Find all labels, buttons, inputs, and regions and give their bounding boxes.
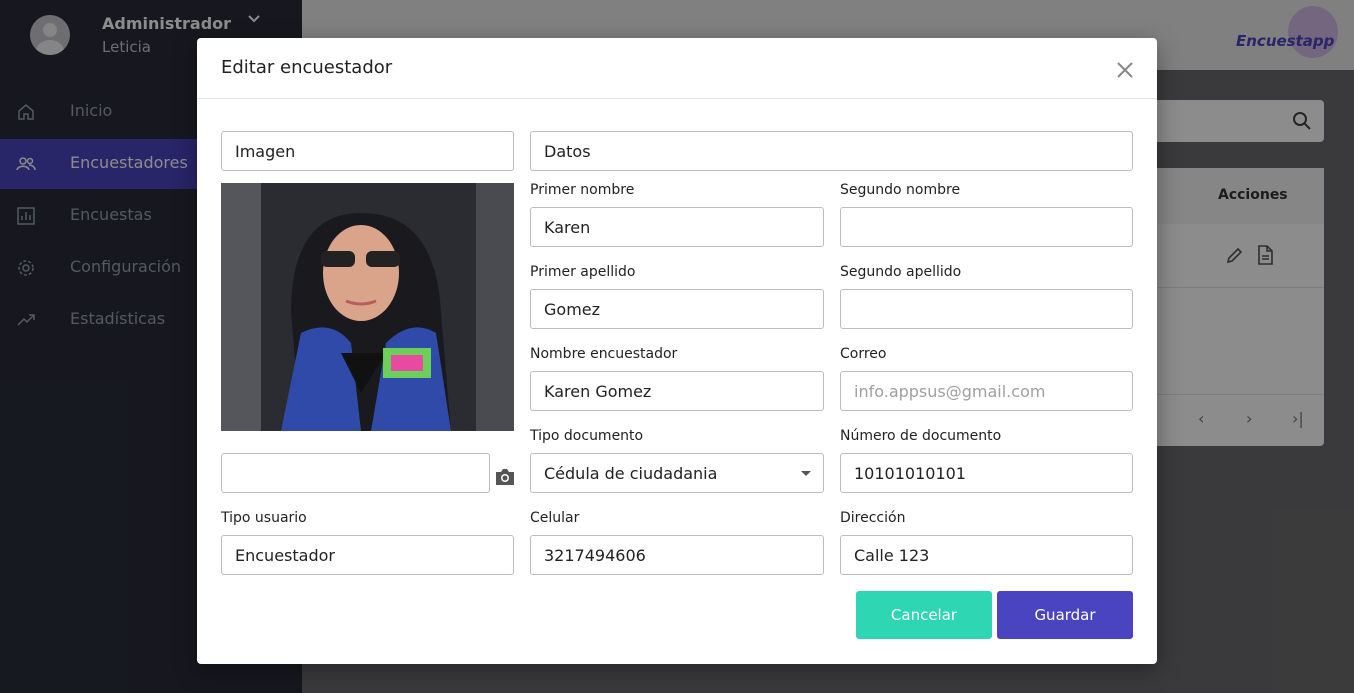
- primer-apellido-field[interactable]: Gomez: [530, 289, 824, 329]
- primer-apellido-label: Primer apellido: [530, 264, 636, 280]
- tipo-documento-value: Cédula de ciudadania: [544, 463, 718, 483]
- correo-label: Correo: [840, 346, 887, 362]
- direccion-field[interactable]: Calle 123: [840, 535, 1133, 575]
- edit-surveyor-dialog: Editar encuestador Imagen Tipo usuario E…: [197, 38, 1157, 664]
- dropdown-arrow-icon: [801, 471, 811, 476]
- numero-documento-label: Número de documento: [840, 428, 1002, 444]
- save-button[interactable]: Guardar: [997, 591, 1133, 639]
- tipo-usuario-field[interactable]: Encuestador: [221, 535, 514, 575]
- modal-title: Editar encuestador: [221, 57, 393, 78]
- primer-nombre-label: Primer nombre: [530, 182, 635, 198]
- segundo-apellido-label: Segundo apellido: [840, 264, 962, 280]
- segundo-nombre-label: Segundo nombre: [840, 182, 961, 198]
- primer-nombre-field[interactable]: Karen: [530, 207, 824, 247]
- celular-label: Celular: [530, 510, 580, 526]
- image-file-input[interactable]: [221, 453, 490, 493]
- direccion-label: Dirección: [840, 510, 906, 526]
- segundo-nombre-field[interactable]: [840, 207, 1133, 247]
- tipo-usuario-label: Tipo usuario: [221, 510, 307, 526]
- image-section-header: Imagen: [221, 131, 514, 171]
- modal-header: Editar encuestador: [197, 38, 1157, 99]
- segundo-apellido-field[interactable]: [840, 289, 1133, 329]
- data-section-header: Datos: [530, 131, 1133, 171]
- tipo-documento-select[interactable]: Cédula de ciudadania: [530, 453, 824, 493]
- nombre-encuestador-label: Nombre encuestador: [530, 346, 678, 362]
- camera-icon[interactable]: [494, 466, 516, 488]
- celular-field[interactable]: 3217494606: [530, 535, 824, 575]
- tipo-documento-label: Tipo documento: [530, 428, 644, 444]
- close-icon[interactable]: [1115, 60, 1135, 80]
- email-field[interactable]: info.appsus@gmail.com: [840, 371, 1133, 411]
- nombre-encuestador-field[interactable]: Karen Gomez: [530, 371, 824, 411]
- numero-documento-field[interactable]: 10101010101: [840, 453, 1133, 493]
- profile-photo: [221, 183, 514, 431]
- cancel-button[interactable]: Cancelar: [856, 591, 992, 639]
